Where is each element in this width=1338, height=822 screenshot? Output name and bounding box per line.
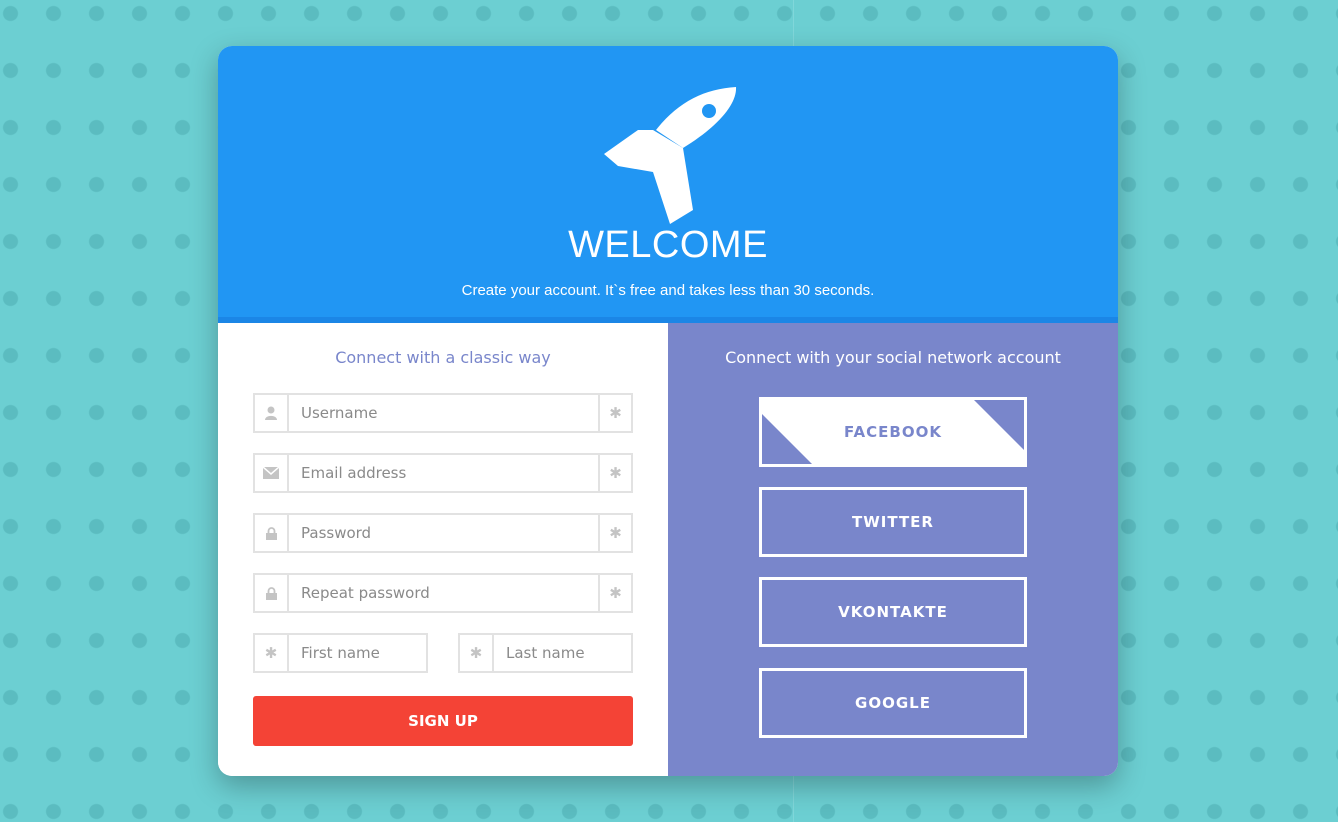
first-name-input[interactable] (301, 635, 421, 671)
vkontakte-button[interactable]: VKONTAKTE (759, 577, 1027, 647)
password-field: ✱ (253, 513, 633, 553)
corner-decoration (974, 400, 1024, 450)
twitter-button[interactable]: TWITTER (759, 487, 1027, 557)
google-button-label: GOOGLE (855, 694, 931, 712)
classic-panel-title: Connect with a classic way (335, 348, 551, 367)
twitter-button-label: TWITTER (852, 513, 934, 531)
facebook-button-label: FACEBOOK (844, 423, 942, 441)
envelope-icon (255, 455, 289, 491)
vkontakte-button-label: VKONTAKTE (838, 603, 948, 621)
social-panel-title: Connect with your social network account (725, 348, 1061, 367)
asterisk-icon: ✱ (460, 635, 494, 671)
asterisk-icon: ✱ (255, 635, 289, 671)
google-button[interactable]: GOOGLE (759, 668, 1027, 738)
corner-decoration (762, 414, 812, 464)
repeat-password-input[interactable] (301, 575, 591, 611)
page-title: WELCOME (568, 224, 768, 266)
classic-signup-panel: Connect with a classic way ✱ ✱ ✱ (218, 323, 668, 776)
signup-button[interactable]: SIGN UP (253, 696, 633, 746)
user-icon (255, 395, 289, 431)
last-name-field: ✱ (458, 633, 633, 673)
welcome-header: WELCOME Create your account. It`s free a… (218, 46, 1118, 323)
required-asterisk-icon: ✱ (598, 575, 631, 611)
lock-icon (255, 575, 289, 611)
rocket-icon (604, 87, 737, 224)
last-name-input[interactable] (506, 635, 626, 671)
username-field: ✱ (253, 393, 633, 433)
email-input[interactable] (301, 455, 591, 491)
password-input[interactable] (301, 515, 591, 551)
signup-card: WELCOME Create your account. It`s free a… (218, 46, 1118, 776)
required-asterisk-icon: ✱ (598, 515, 631, 551)
first-name-field: ✱ (253, 633, 428, 673)
social-signup-panel: Connect with your social network account… (668, 323, 1118, 776)
lock-icon (255, 515, 289, 551)
repeat-password-field: ✱ (253, 573, 633, 613)
page-subtitle: Create your account. It`s free and takes… (461, 282, 875, 299)
facebook-button[interactable]: FACEBOOK (759, 397, 1027, 467)
required-asterisk-icon: ✱ (598, 455, 631, 491)
email-field: ✱ (253, 453, 633, 493)
username-input[interactable] (301, 395, 591, 431)
required-asterisk-icon: ✱ (598, 395, 631, 431)
